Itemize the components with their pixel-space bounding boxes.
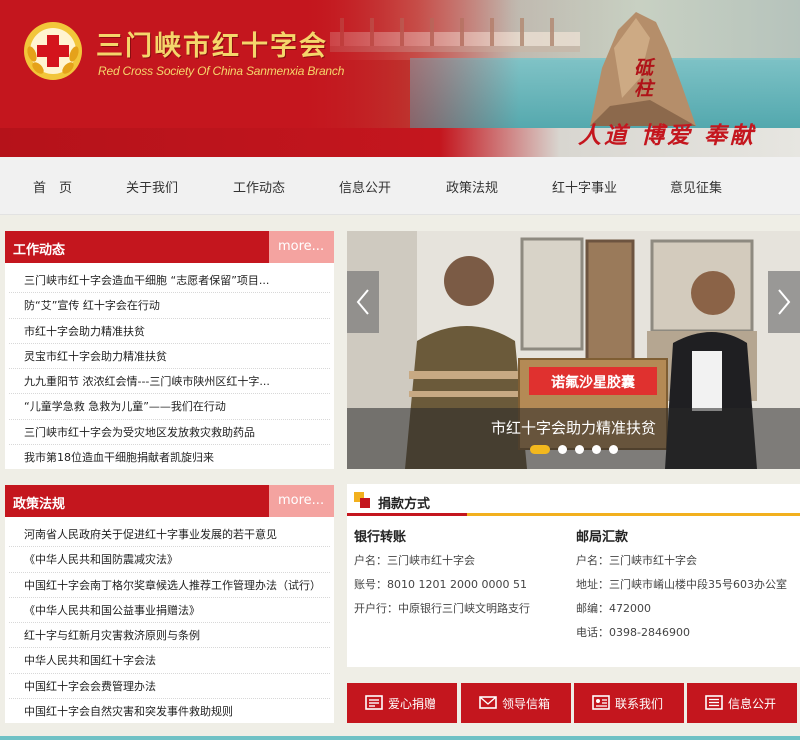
footer-divider	[0, 736, 800, 740]
slider-dot[interactable]	[609, 445, 618, 454]
list-item[interactable]: 市红十字会助力精准扶贫	[9, 319, 330, 344]
list-item[interactable]: “儿童学急救 急救为儿童”——我们在行动	[9, 394, 330, 420]
list-item[interactable]: 《中华人民共和国公益事业捐赠法》	[9, 598, 330, 624]
work-news-header: 工作动态 more...	[5, 231, 334, 263]
post-heading: 邮局汇款	[576, 530, 629, 545]
policy-panel: 政策法规 more... 河南省人民政府关于促进红十字事业发展的若干意见 《中华…	[5, 485, 334, 723]
info-icon	[705, 695, 723, 710]
list-item[interactable]: 《中华人民共和国防震减灾法》	[9, 547, 330, 573]
donate-icon	[365, 695, 383, 710]
leader-mailbox-button[interactable]: 领导信箱	[461, 683, 571, 723]
donation-panel: 捐款方式 银行转账 户名：三门峡市红十字会 账号：8010 1201 2000 …	[347, 484, 800, 667]
list-item[interactable]: 红十字与红新月灾害救济原则与条例	[9, 623, 330, 649]
donation-icon	[354, 492, 370, 508]
list-item[interactable]: 中国红十字会自然灾害和突发事件救助规则	[9, 699, 330, 724]
contact-icon	[592, 695, 610, 710]
bank-account-number: 账号：8010 1201 2000 0000 51	[354, 578, 527, 591]
policy-list: 河南省人民政府关于促进红十字事业发展的若干意见 《中华人民共和国防震减灾法》 中…	[5, 517, 334, 724]
postal-remittance: 邮局汇款 户名：三门峡市红十字会 地址：三门峡市崤山楼中段35号603办公室 邮…	[576, 526, 798, 649]
slider-next-button[interactable]	[768, 271, 800, 333]
slider-prev-button[interactable]	[347, 271, 379, 333]
rock-inscription: 砥柱	[634, 57, 654, 100]
work-news-title: 工作动态	[13, 243, 66, 258]
nav-item-policy[interactable]: 政策法规	[446, 177, 498, 196]
list-item[interactable]: 河南省人民政府关于促进红十字事业发展的若干意见	[9, 522, 330, 548]
red-cross-emblem-icon	[24, 22, 82, 80]
contact-us-button[interactable]: 联系我们	[574, 683, 684, 723]
list-item[interactable]: 中国红十字会南丁格尔奖章候选人推荐工作管理办法（试行）	[9, 573, 330, 598]
post-account-name: 户名：三门峡市红十字会	[576, 554, 697, 567]
work-news-list: 三门峡市红十字会造血干细胞 “志愿者保留”项目... 防“艾”宣传 红十字会在行…	[5, 263, 334, 470]
slogan: 人道 博爱 奉献	[578, 122, 757, 149]
post-zipcode: 邮编：472000	[576, 602, 651, 615]
nav-item-work-news[interactable]: 工作动态	[233, 177, 285, 196]
box-label: 诺氟沙星胶囊	[551, 374, 636, 391]
leader-mailbox-label: 领导信箱	[502, 697, 551, 711]
site-title: 三门峡市红十字会	[96, 31, 328, 62]
info-disclosure-label: 信息公开	[728, 697, 777, 711]
nav-item-about[interactable]: 关于我们	[126, 177, 178, 196]
chevron-left-icon	[356, 289, 369, 315]
donation-header-accent	[347, 513, 467, 516]
work-news-more-link[interactable]: more...	[269, 231, 334, 263]
post-phone: 电话：0398-2846900	[576, 626, 690, 639]
bank-branch: 开户行：中原银行三门峡文明路支行	[354, 602, 530, 615]
nav-item-info-disclosure[interactable]: 信息公开	[339, 177, 391, 196]
slide-caption[interactable]: 市红十字会助力精准扶贫	[347, 417, 800, 438]
slider-dot[interactable]	[575, 445, 584, 454]
post-address: 地址：三门峡市崤山楼中段35号603办公室	[576, 578, 787, 591]
slider-dot[interactable]	[530, 445, 550, 454]
nav-item-red-cross-cause[interactable]: 红十字事业	[552, 177, 617, 196]
work-news-panel: 工作动态 more... 三门峡市红十字会造血干细胞 “志愿者保留”项目... …	[5, 231, 334, 469]
site-subtitle: Red Cross Society Of China Sanmenxia Bra…	[98, 64, 345, 78]
chevron-right-icon	[778, 289, 791, 315]
contact-us-label: 联系我们	[615, 697, 664, 711]
nav-item-feedback[interactable]: 意见征集	[670, 177, 722, 196]
policy-header: 政策法规 more...	[5, 485, 334, 517]
donation-title: 捐款方式	[378, 497, 431, 512]
info-disclosure-button[interactable]: 信息公开	[687, 683, 797, 723]
policy-title: 政策法规	[13, 497, 66, 512]
main-nav: 首 页 关于我们 工作动态 信息公开 政策法规 红十字事业 意见征集	[0, 157, 800, 215]
mail-icon	[479, 696, 497, 709]
slider-dot[interactable]	[558, 445, 567, 454]
bank-transfer: 银行转账 户名：三门峡市红十字会 账号：8010 1201 2000 0000 …	[354, 526, 564, 625]
nav-item-home[interactable]: 首 页	[33, 177, 72, 196]
list-item[interactable]: 九九重阳节 浓浓红会情---三门峡市陕州区红十字...	[9, 369, 330, 395]
donate-button[interactable]: 爱心捐赠	[347, 683, 457, 723]
news-slider: 诺氟沙星胶囊 市红十字会助力精准扶贫	[347, 231, 800, 469]
bank-heading: 银行转账	[354, 530, 407, 545]
list-item[interactable]: 三门峡市红十字会为受灾地区发放救灾救助药品	[9, 420, 330, 446]
slider-dot[interactable]	[592, 445, 601, 454]
list-item[interactable]: 灵宝市红十字会助力精准扶贫	[9, 344, 330, 370]
list-item[interactable]: 防“艾”宣传 红十字会在行动	[9, 293, 330, 319]
donation-header: 捐款方式	[347, 484, 800, 516]
list-item[interactable]: 三门峡市红十字会造血干细胞 “志愿者保留”项目...	[9, 268, 330, 294]
header-banner: 三门峡市红十字会 Red Cross Society Of China Sanm…	[0, 0, 800, 157]
bank-account-name: 户名：三门峡市红十字会	[354, 554, 475, 567]
list-item[interactable]: 中国红十字会会费管理办法	[9, 674, 330, 700]
list-item[interactable]: 中华人民共和国红十字会法	[9, 648, 330, 674]
policy-more-link[interactable]: more...	[269, 485, 334, 517]
donate-button-label: 爱心捐赠	[388, 697, 437, 711]
list-item[interactable]: 我市第18位造血干细胞捐献者凯旋归来	[9, 445, 330, 470]
